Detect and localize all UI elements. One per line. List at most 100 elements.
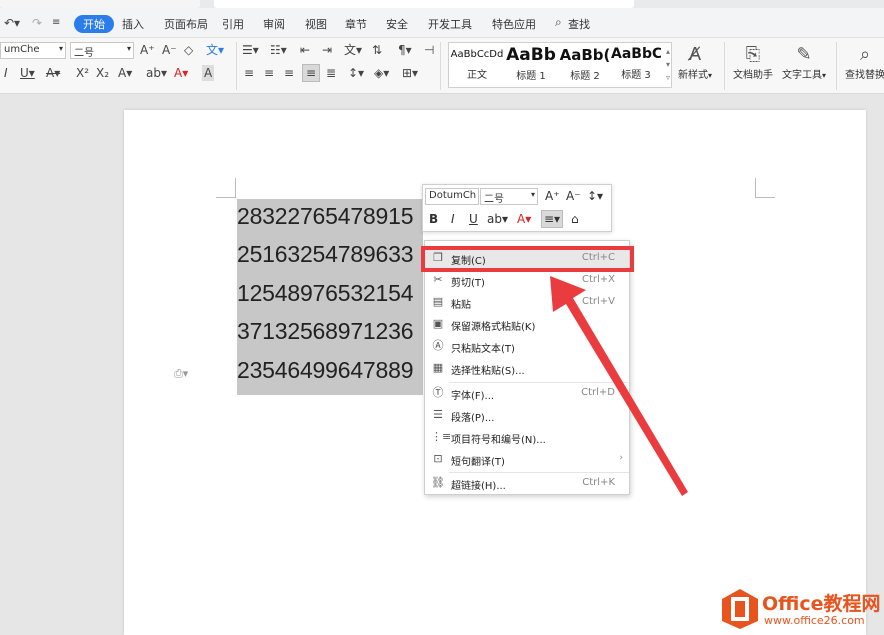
redo-icon[interactable]: ↷ — [32, 15, 42, 31]
mini-font-name-select[interactable]: DotumCh — [425, 188, 479, 205]
grow-font-icon[interactable]: A⁺ — [545, 188, 560, 204]
justify-icon[interactable]: ≡ — [302, 64, 321, 82]
bold-icon[interactable]: B — [429, 211, 438, 227]
grow-font-icon[interactable]: A⁺ — [140, 42, 155, 58]
search-label[interactable]: 查找 — [568, 16, 590, 32]
number-line[interactable]: 23546499647889 — [237, 357, 423, 384]
char-shading-icon[interactable]: A — [202, 65, 215, 81]
decrease-indent-icon[interactable]: ⇤ — [300, 42, 310, 58]
menu-item-label: 超链接(H)... — [451, 481, 506, 492]
shrink-font-icon[interactable]: A⁻ — [566, 188, 581, 204]
document-tab[interactable] — [0, 0, 200, 8]
line-spacing-icon[interactable]: ↕▾ — [587, 188, 603, 204]
number-line[interactable]: 37132568971236 — [237, 318, 423, 345]
distribute-icon[interactable]: ≣ — [326, 65, 336, 81]
text-tools-button[interactable]: ✎ 文字工具▾ — [782, 44, 826, 81]
style-gallery: AaBbCcDd 正文 AaBb 标题 1 AaBb( 标题 2 AaBbC 标… — [448, 42, 672, 88]
numbered-list-icon[interactable]: ☷▾ — [270, 42, 287, 58]
align-right-icon[interactable]: ≡ — [284, 65, 294, 81]
paragraph-handle-icon[interactable]: ⎙▾ — [174, 367, 188, 381]
menu-item-shortcut: Ctrl+D — [581, 387, 615, 398]
style-normal[interactable]: AaBbCcDd 正文 — [450, 43, 504, 87]
chinese-layout-icon[interactable]: 文▾ — [344, 42, 362, 58]
format-painter-icon[interactable]: ⌂ — [571, 211, 579, 227]
tab-chapter[interactable]: 章节 — [345, 16, 367, 32]
shading-icon[interactable]: ◈▾ — [374, 65, 389, 81]
watermark: Office教程网 www.office26.com — [718, 585, 884, 635]
menu-item-cut[interactable]: ✂ 剪切(T) Ctrl+X — [425, 270, 629, 292]
highlight-icon[interactable]: ab▾ — [487, 211, 508, 227]
tab-security[interactable]: 安全 — [386, 16, 408, 32]
line-spacing-icon[interactable]: ↕▾ — [348, 65, 364, 81]
subscript-icon[interactable]: X₂ — [96, 65, 109, 81]
context-menu: ❐ 复制(C) Ctrl+C ✂ 剪切(T) Ctrl+X ▤ 粘贴 Ctrl+… — [424, 240, 630, 495]
tab-page-layout[interactable]: 页面布局 — [164, 16, 208, 32]
tab-stop-icon[interactable]: ⊣ — [424, 42, 434, 58]
menu-item-paragraph[interactable]: ☰ 段落(P)... — [425, 405, 629, 427]
italic-icon[interactable]: I — [4, 65, 8, 81]
watermark-brand: Office教程网 — [762, 593, 881, 615]
highlight-icon[interactable]: ab▾ — [146, 65, 167, 81]
undo-icon[interactable]: ↶▾ — [4, 15, 20, 31]
menu-item-paste-special[interactable]: ▦ 选择性粘贴(S)... — [425, 358, 629, 380]
style-heading-2[interactable]: AaBb( 标题 2 — [559, 43, 611, 87]
menu-item-shortcut: Ctrl+X — [581, 274, 615, 285]
strikethrough-icon[interactable]: A▾ — [46, 65, 60, 81]
highlight-box — [421, 246, 634, 272]
align-icon[interactable]: ≡▾ — [541, 210, 564, 228]
mini-font-size-select[interactable]: 二号 ▾ — [480, 188, 538, 205]
tab-developer[interactable]: 开发工具 — [428, 16, 472, 32]
document-tab-active[interactable] — [214, 0, 634, 8]
find-replace-button[interactable]: ⌕ 查找替换 — [845, 44, 884, 81]
tab-review[interactable]: 审阅 — [263, 16, 285, 32]
increase-indent-icon[interactable]: ⇥ — [322, 42, 332, 58]
doc-helper-button[interactable]: ⎘ 文档助手 — [733, 44, 773, 81]
shrink-font-icon[interactable]: A⁻ — [162, 42, 177, 58]
bullets-list-icon[interactable]: ☰▾ — [242, 42, 259, 58]
font-size-select[interactable]: 二号 ▾ — [70, 42, 134, 59]
menu-item-keep-format[interactable]: ▣ 保留源格式粘贴(K) — [425, 314, 629, 336]
underline-icon[interactable]: U▾ — [20, 65, 35, 81]
menu-item-font[interactable]: Ⓣ 字体(F)... Ctrl+D — [425, 383, 629, 405]
text-effect-icon[interactable]: A▾ — [118, 65, 132, 81]
tab-references[interactable]: 引用 — [222, 16, 244, 32]
font-color-icon[interactable]: A▾ — [517, 211, 531, 227]
menu-item-translate[interactable]: ⊡ 短句翻译(T) › — [425, 449, 629, 471]
customize-icon[interactable]: ≡ — [52, 15, 60, 31]
menu-item-label: 保留源格式粘贴(K) — [451, 322, 536, 333]
tab-insert[interactable]: 插入 — [122, 16, 144, 32]
phonetic-icon[interactable]: 文▾ — [206, 42, 224, 58]
new-style-icon: A̸ — [688, 44, 702, 65]
clear-format-icon[interactable]: ◇ — [184, 42, 193, 58]
number-line[interactable]: 12548976532154 — [237, 280, 423, 307]
new-style-button[interactable]: A̸ 新样式▾ — [678, 44, 712, 81]
style-heading-3[interactable]: AaBbC 标题 3 — [611, 43, 661, 87]
show-marks-icon[interactable]: ¶▾ — [398, 42, 412, 58]
search-icon[interactable]: ⌕ — [555, 14, 562, 30]
menu-item-paste-text[interactable]: Ⓐ 只粘贴文本(T) — [425, 336, 629, 358]
underline-icon[interactable]: U — [469, 211, 478, 227]
menu-item-label: 只粘贴文本(T) — [451, 344, 515, 355]
style-heading-1[interactable]: AaBb 标题 1 — [505, 43, 557, 87]
gallery-scroll-icon[interactable]: ▴ ▾ ▿ — [666, 45, 670, 84]
font-color-icon[interactable]: A▾ — [174, 65, 188, 81]
menu-item-paste[interactable]: ▤ 粘贴 Ctrl+V — [425, 292, 629, 314]
font-size-value: 二号 — [74, 48, 94, 59]
superscript-icon[interactable]: X² — [76, 65, 89, 81]
menu-item-bullets[interactable]: ⋮≡ 项目符号和编号(N)... — [425, 427, 629, 449]
font-name-select[interactable]: umChe ▾ — [0, 42, 66, 59]
mini-font-size-value: 二号 — [484, 194, 504, 205]
sort-icon[interactable]: ⇅ — [372, 42, 382, 58]
number-line[interactable]: 28322765478915 — [237, 203, 423, 230]
tab-home[interactable]: 开始 — [74, 15, 114, 33]
number-line[interactable]: 25163254789633 — [237, 241, 423, 268]
borders-icon[interactable]: ⊞▾ — [402, 65, 418, 81]
tab-view[interactable]: 视图 — [305, 16, 327, 32]
paste-icon: ▤ — [432, 295, 444, 308]
align-left-icon[interactable]: ≡ — [244, 65, 254, 81]
tab-special[interactable]: 特色应用 — [492, 16, 536, 32]
align-center-icon[interactable]: ≡ — [264, 65, 274, 81]
italic-icon[interactable]: I — [451, 211, 455, 227]
style-name: 标题 3 — [621, 70, 651, 81]
menu-item-hyperlink[interactable]: ⛓ 超链接(H)... Ctrl+K — [425, 473, 629, 495]
